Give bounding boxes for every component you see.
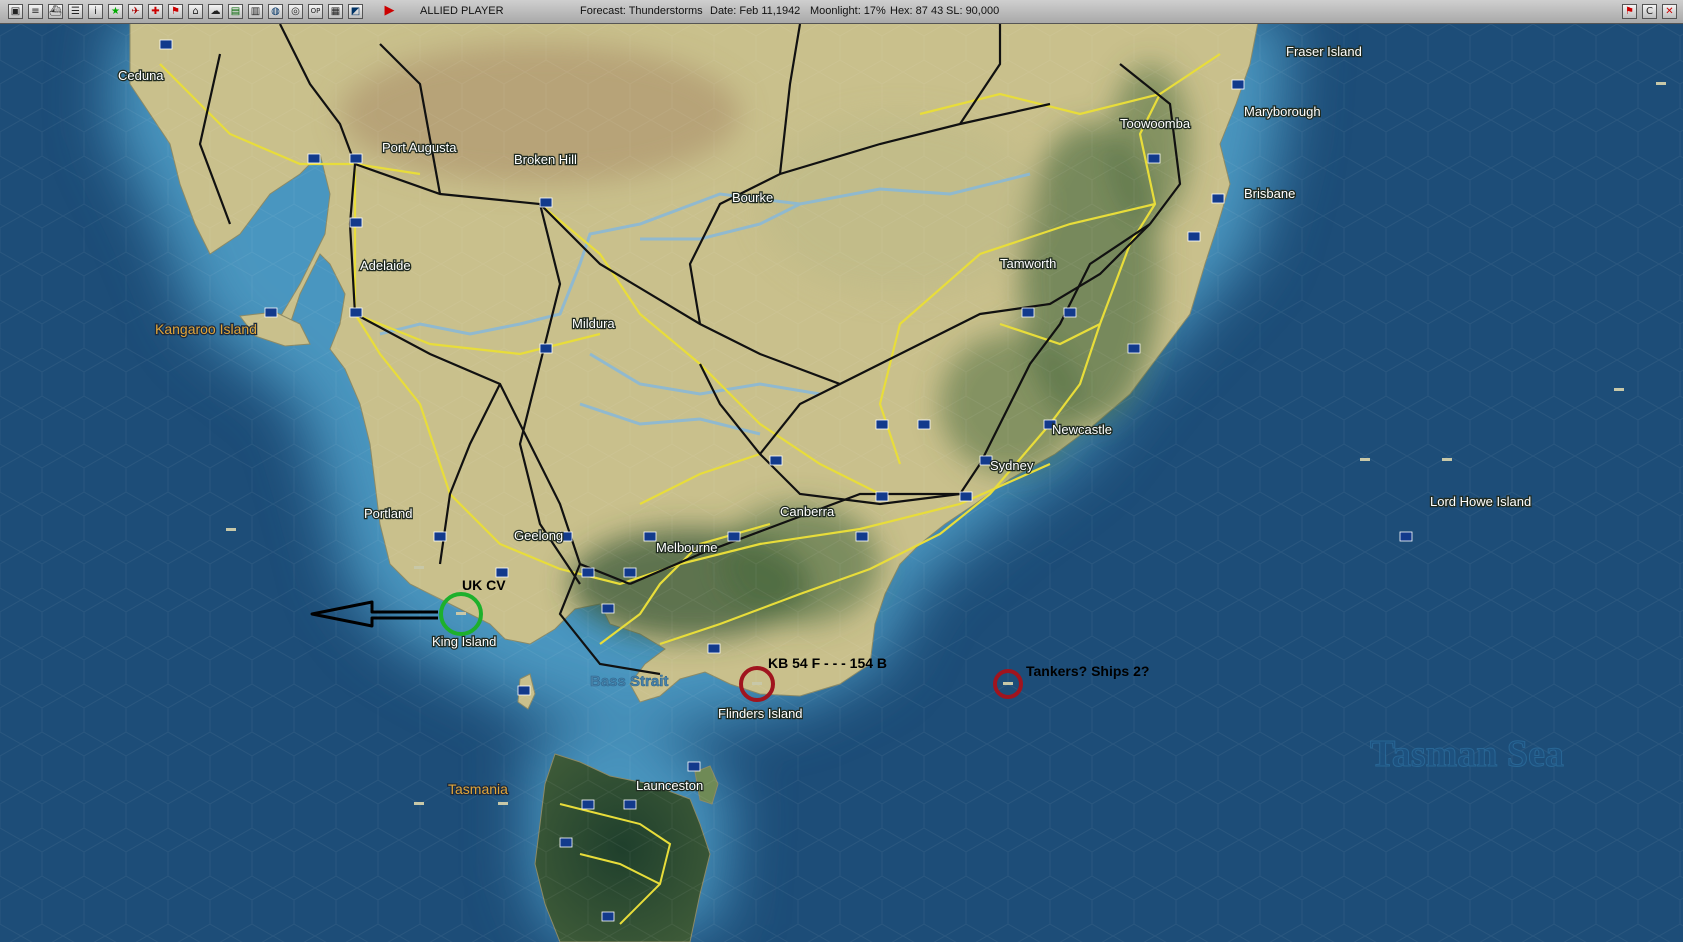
label-flinders-island: Flinders Island	[718, 706, 803, 721]
label-maryborough: Maryborough	[1244, 104, 1321, 119]
date-label: Date: Feb 11,1942	[710, 5, 801, 17]
label-launceston: Launceston	[636, 778, 703, 793]
label-newcastle: Newcastle	[1052, 422, 1112, 437]
label-adelaide: Adelaide	[360, 258, 411, 273]
map-view[interactable]: Ceduna Port Augusta Broken Hill Bourke T…	[0, 24, 1683, 942]
moonlight-label: Moonlight: 17%	[810, 5, 886, 17]
list-icon[interactable]: ☰	[68, 4, 83, 19]
ship-icon[interactable]: ⛴	[48, 4, 63, 19]
label-tankers: Tankers? Ships 2?	[1026, 663, 1149, 679]
label-portland: Portland	[364, 506, 412, 521]
label-bourke: Bourke	[732, 190, 773, 205]
star-icon[interactable]: ★	[108, 4, 123, 19]
player-label: ALLIED PLAYER	[420, 5, 504, 17]
chart-icon[interactable]: ▤	[228, 4, 243, 19]
label-fraser-island: Fraser Island	[1286, 44, 1362, 59]
label-tasman-sea: Tasman Sea	[1370, 733, 1564, 775]
label-ceduna: Ceduna	[118, 68, 164, 83]
label-geelong: Geelong	[514, 528, 563, 543]
label-lord-howe-island: Lord Howe Island	[1430, 494, 1531, 509]
sl-label: SL: 90,000	[946, 5, 1000, 17]
flag-toggle-icon[interactable]: ⚑	[1622, 4, 1637, 19]
forecast-label: Forecast: Thunderstorms	[580, 5, 703, 17]
flag-icon[interactable]: ⚑	[168, 4, 183, 19]
label-melbourne: Melbourne	[656, 540, 717, 555]
cross-icon[interactable]: ✚	[148, 4, 163, 19]
toolbar: ▣ ≡ ⛴ ☰ i ★ ✈ ✚ ⚑ ⌂ ☁ ▤ ▥ ◍ ◎ OP ▦ ◩ ▶ A…	[0, 0, 1683, 24]
plane-icon[interactable]: ✈	[128, 4, 143, 19]
base-icon[interactable]: ⌂	[188, 4, 203, 19]
hex-grid	[0, 24, 1683, 942]
label-king-island: King Island	[432, 634, 496, 649]
target-icon[interactable]: ◎	[288, 4, 303, 19]
c-icon[interactable]: C	[1642, 4, 1657, 19]
label-port-augusta: Port Augusta	[382, 140, 457, 155]
window-icon[interactable]: ◩	[348, 4, 363, 19]
label-broken-hill: Broken Hill	[514, 152, 577, 167]
label-uk-cv: UK CV	[462, 577, 506, 593]
square-icon[interactable]: ▣	[8, 4, 23, 19]
info-icon[interactable]: i	[88, 4, 103, 19]
cloud-icon[interactable]: ☁	[208, 4, 223, 19]
label-kangaroo-island: Kangaroo Island	[155, 321, 257, 337]
close-icon[interactable]: ✕	[1662, 4, 1677, 19]
label-kb-fleet: KB 54 F - - - 154 B	[768, 655, 887, 671]
globe-icon[interactable]: ◍	[268, 4, 283, 19]
label-sydney: Sydney	[990, 458, 1034, 473]
label-mildura: Mildura	[572, 316, 615, 331]
play-icon[interactable]: ▶	[382, 4, 397, 19]
hq-icon[interactable]: ▥	[248, 4, 263, 19]
label-canberra: Canberra	[780, 504, 835, 519]
label-brisbane: Brisbane	[1244, 186, 1295, 201]
op-icon[interactable]: OP	[308, 4, 323, 19]
label-tasmania: Tasmania	[448, 781, 508, 797]
hex-label: Hex: 87 43	[890, 5, 944, 17]
document-icon[interactable]: ≡	[28, 4, 43, 19]
report-icon[interactable]: ▦	[328, 4, 343, 19]
label-bass-strait: Bass Strait	[590, 673, 668, 690]
label-toowoomba: Toowoomba	[1120, 116, 1191, 131]
label-tamworth: Tamworth	[1000, 256, 1056, 271]
